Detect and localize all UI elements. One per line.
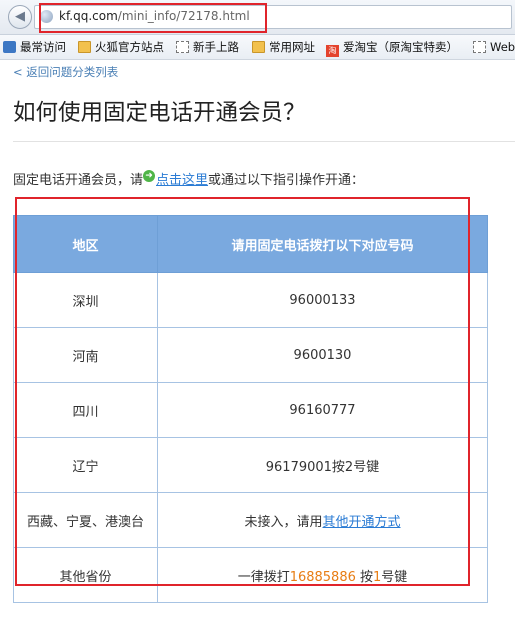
bookmark-firefox-official[interactable]: 火狐官方站点 — [78, 39, 164, 55]
page-icon — [176, 41, 189, 53]
folder-icon — [78, 41, 91, 53]
column-header-number: 请用固定电话拨打以下对应号码 — [157, 215, 488, 273]
table-row: 其他省份 一律拨打16885886 按1号键 — [13, 547, 488, 603]
bookmark-label: Web — [490, 40, 515, 54]
table-row: 西藏、宁夏、港澳台 未接入，请用其他开通方式 — [13, 492, 488, 548]
region-cell: 四川 — [13, 382, 158, 438]
phone-code-table: 地区 请用固定电话拨打以下对应号码 深圳 96000133 河南 9600130… — [13, 215, 488, 603]
page-title: 如何使用固定电话开通会员？ — [13, 100, 306, 126]
bookmark-common-sites[interactable]: 常用网址 — [252, 39, 315, 55]
back-arrow-icon[interactable]: ◀ — [8, 5, 32, 29]
bookmark-label: 新手上路 — [193, 40, 239, 54]
number-cell: 96179001按2号键 — [157, 437, 488, 493]
bookmarks-icon — [3, 41, 16, 53]
highlighted-number: 16885886 — [289, 569, 356, 585]
folder-icon — [252, 41, 265, 53]
region-cell: 辽宁 — [13, 437, 158, 493]
table-row: 辽宁 96179001按2号键 — [13, 437, 488, 493]
number-text: 按 — [355, 569, 374, 585]
other-methods-link[interactable]: 其他开通方式 — [323, 515, 401, 530]
region-cell: 河南 — [13, 327, 158, 383]
intro-suffix: 或通过以下指引操作开通： — [208, 173, 365, 188]
arrow-right-icon: ➜ — [143, 170, 156, 182]
url-highlight-box — [39, 3, 267, 33]
divider — [13, 141, 515, 142]
number-cell: 96160777 — [157, 382, 488, 438]
region-cell: 深圳 — [13, 272, 158, 328]
table-row: 深圳 96000133 — [13, 272, 488, 328]
table-row: 河南 9600130 — [13, 327, 488, 383]
back-to-category-link[interactable]: < 返回问题分类列表 — [13, 64, 118, 80]
number-text: 号键 — [381, 569, 408, 585]
table-header-row: 地区 请用固定电话拨打以下对应号码 — [13, 215, 488, 273]
number-cell: 未接入，请用其他开通方式 — [157, 492, 488, 548]
column-header-region: 地区 — [13, 215, 158, 273]
number-cell: 9600130 — [157, 327, 488, 383]
taobao-icon: 淘 — [326, 45, 339, 57]
bookmarks-bar: 最常访问 火狐官方站点 新手上路 常用网址 淘爱淘宝（原淘宝特卖） Web — [0, 35, 515, 60]
page-icon — [473, 41, 486, 53]
bookmark-label: 爱淘宝（原淘宝特卖） — [343, 40, 458, 54]
bookmark-label: 常用网址 — [269, 40, 315, 54]
intro-text: 固定电话开通会员，请 ➜ 点击这里或通过以下指引操作开通： — [13, 169, 364, 188]
number-text: 一律拨打 — [237, 569, 290, 585]
region-cell: 西藏、宁夏、港澳台 — [13, 492, 158, 548]
table-row: 四川 96160777 — [13, 382, 488, 438]
number-cell: 一律拨打16885886 按1号键 — [157, 547, 488, 603]
bookmark-taobao[interactable]: 淘爱淘宝（原淘宝特卖） — [326, 39, 458, 57]
click-here-link[interactable]: 点击这里 — [156, 173, 208, 188]
browser-toolbar: ◀ kf.qq.com/mini_info/72178.html — [0, 0, 515, 35]
bookmark-most-visited[interactable]: 最常访问 — [3, 39, 66, 55]
bookmark-label: 火狐官方站点 — [95, 40, 164, 54]
bookmark-label: 最常访问 — [20, 40, 66, 54]
bookmark-getting-started[interactable]: 新手上路 — [176, 39, 239, 55]
intro-prefix: 固定电话开通会员，请 — [13, 173, 144, 188]
number-cell: 96000133 — [157, 272, 488, 328]
number-text: 未接入，请用 — [244, 514, 323, 530]
region-cell: 其他省份 — [13, 547, 158, 603]
bookmark-web[interactable]: Web — [473, 39, 515, 55]
